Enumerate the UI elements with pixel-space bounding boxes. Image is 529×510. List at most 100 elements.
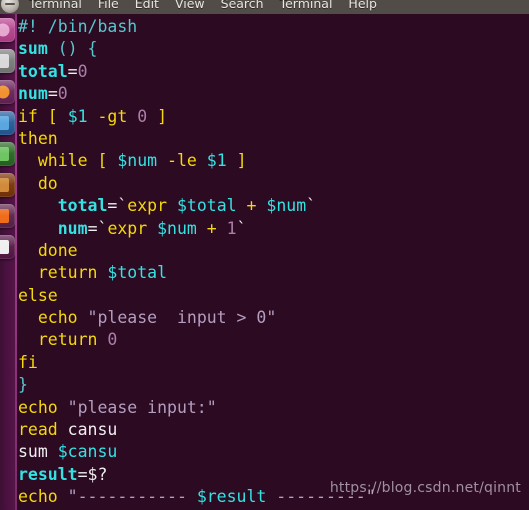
code-token: 0 — [137, 106, 148, 126]
code-line: done — [18, 240, 376, 262]
menu-item-search[interactable]: Search — [213, 0, 272, 14]
code-token: return — [37, 263, 108, 283]
amber-app-icon[interactable] — [0, 173, 15, 197]
code-line: result=$? — [18, 464, 376, 486]
code-line: sum $cansu — [18, 441, 376, 463]
code-token: sum — [18, 39, 48, 59]
terminal-window[interactable]: #! /bin/bash sum () {total=0 num=0 if [ $1 … — [15, 14, 529, 510]
orange-app-icon[interactable] — [0, 204, 15, 228]
code-token: num — [18, 84, 48, 104]
code-line: return 0 — [18, 329, 376, 351]
csdn-watermark: https://blog.csdn.net/qinnt — [329, 480, 521, 496]
code-token: return — [37, 330, 108, 350]
code-token: $1 — [206, 151, 227, 171]
code-token: -gt — [87, 106, 138, 126]
green-app-icon[interactable] — [0, 142, 15, 166]
menu-item-terminal-2[interactable]: Terminal — [272, 0, 341, 14]
code-token: do — [37, 173, 58, 193]
code-token: 1 — [226, 218, 237, 238]
code-token: echo — [18, 397, 68, 417]
code-line: do — [18, 173, 376, 195]
code-line: fi — [18, 352, 376, 374]
firefox-icon[interactable] — [0, 80, 15, 104]
code-token: = — [67, 61, 78, 81]
icon-gloss — [0, 80, 15, 92]
terminal-left-accent-bar — [15, 14, 17, 510]
code-line: num=`expr $num + 1` — [18, 218, 376, 240]
code-line: echo "please input > 0" — [18, 307, 376, 329]
code-token: =` — [107, 196, 128, 216]
menu-item-file[interactable]: File — [90, 0, 127, 14]
code-token: "please input:" — [67, 397, 217, 417]
white-app-icon[interactable] — [0, 235, 15, 259]
code-line: then — [18, 128, 376, 150]
icon-gloss — [0, 204, 15, 216]
top-menu-bar: Terminal File Edit View Search Terminal Help — [0, 0, 529, 14]
code-token: $num — [157, 218, 197, 238]
code-token: () { — [47, 39, 98, 59]
code-token: $1 — [67, 106, 88, 126]
code-token: + — [196, 218, 227, 238]
code-line: } — [18, 374, 376, 396]
code-token: [ — [87, 151, 118, 171]
code-line: num=0 — [18, 83, 376, 105]
menu-item-view[interactable]: View — [167, 0, 213, 14]
menu-item-terminal[interactable]: Terminal — [23, 0, 90, 14]
code-line: echo "please input:" — [18, 397, 376, 419]
code-token: expr — [127, 196, 177, 216]
icon-gloss — [0, 173, 15, 185]
code-token: ` — [236, 218, 247, 238]
ubuntu-app-icon[interactable] — [1, 0, 19, 13]
blue-app-icon[interactable] — [0, 111, 15, 135]
menu-item-help[interactable]: Help — [340, 0, 385, 14]
code-token: echo — [37, 308, 88, 328]
code-token: $num — [117, 151, 158, 171]
icon-gloss — [0, 142, 15, 154]
code-token: cansu — [67, 420, 118, 440]
code-token: = — [77, 464, 88, 484]
code-token: 0 — [77, 61, 88, 81]
code-token: 0 — [107, 330, 118, 350]
code-token: then — [18, 128, 58, 148]
icon-gloss — [0, 111, 15, 123]
code-line: echo "----------- $result ---------" — [18, 486, 376, 508]
code-token: [ — [37, 106, 68, 126]
code-token: = — [47, 84, 58, 104]
code-token: echo — [18, 487, 68, 507]
code-token: -le — [157, 151, 207, 171]
code-token: read — [18, 420, 68, 440]
code-token: $num — [266, 196, 307, 216]
code-token: while — [37, 151, 88, 171]
code-line: return $total — [18, 262, 376, 284]
code-token: ] — [226, 151, 247, 171]
code-token: $result — [196, 487, 267, 507]
code-line: total=`expr $total + $num` — [18, 195, 376, 217]
code-token: $cansu — [57, 442, 118, 462]
files-manager-icon[interactable] — [0, 49, 15, 73]
code-token: done — [37, 240, 78, 260]
code-token: #! /bin/bash — [18, 17, 138, 36]
code-token: ] — [147, 106, 168, 126]
code-token: fi — [18, 352, 38, 372]
code-line: #! /bin/bash — [18, 16, 376, 38]
code-token: else — [18, 285, 58, 305]
code-token: + — [236, 196, 267, 216]
code-line: else — [18, 285, 376, 307]
editor-code-area[interactable]: #! /bin/bash sum () {total=0 num=0 if [ $1 … — [18, 16, 376, 510]
code-token: "please input > 0" — [87, 308, 277, 328]
code-line: sum () { — [18, 38, 376, 60]
unity-launcher — [0, 14, 15, 510]
code-token: =` — [87, 218, 108, 238]
code-token: total — [57, 196, 108, 216]
ubuntu-dash-icon[interactable] — [0, 18, 15, 42]
menu-item-edit[interactable]: Edit — [127, 0, 167, 14]
code-token: sum — [18, 442, 58, 462]
code-token: 0 — [57, 84, 68, 104]
